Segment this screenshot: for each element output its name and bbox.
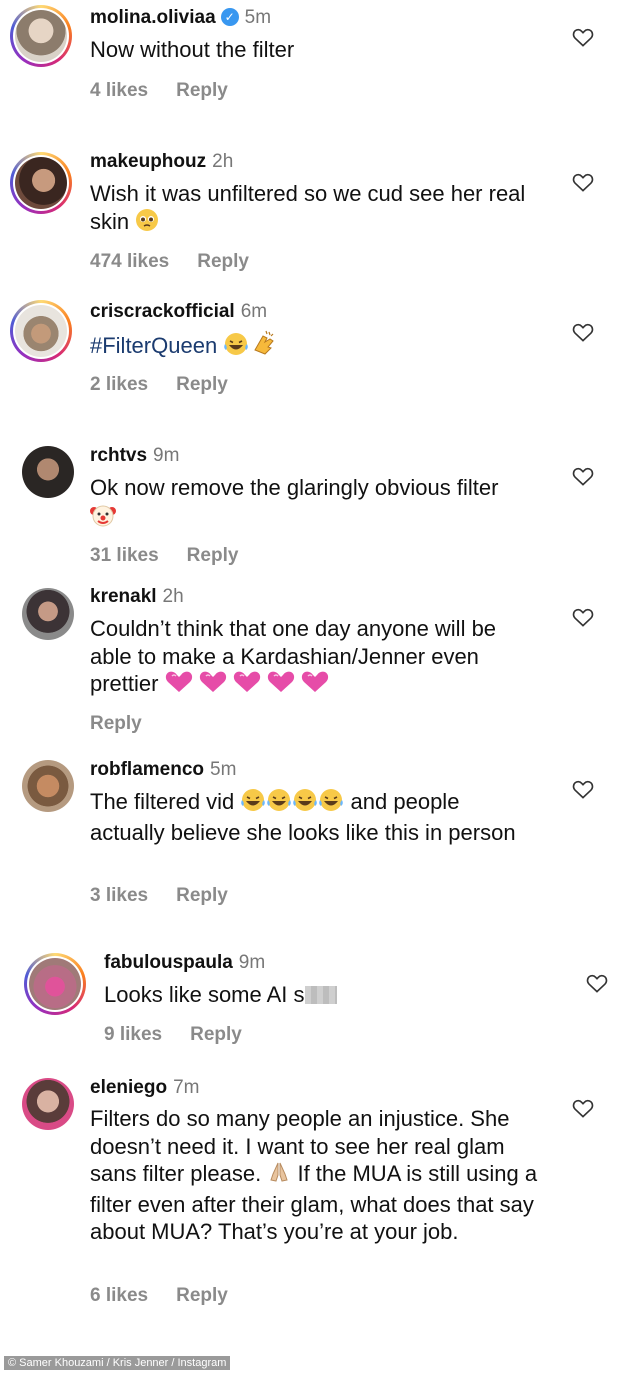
heart-outline-icon[interactable] bbox=[572, 466, 594, 486]
verified-badge-icon: ✓ bbox=[220, 8, 239, 26]
comment-username[interactable]: eleniego bbox=[90, 1077, 167, 1098]
comment-username[interactable]: robflamenco bbox=[90, 759, 204, 780]
reply-button[interactable]: Reply bbox=[176, 1285, 228, 1306]
heart-outline-icon[interactable] bbox=[572, 607, 594, 627]
likes-count[interactable]: 6 likes bbox=[90, 1285, 148, 1306]
avatar-story-ring[interactable] bbox=[10, 152, 72, 214]
pleading-face-emoji bbox=[135, 208, 159, 239]
avatar-story-ring[interactable] bbox=[10, 5, 72, 67]
avatar-story-ring[interactable] bbox=[10, 300, 72, 362]
heart-outline-icon[interactable] bbox=[572, 322, 594, 342]
likes-count[interactable]: 474 likes bbox=[90, 251, 169, 272]
comment-username[interactable]: krenakl bbox=[90, 586, 157, 607]
heart-outline-icon[interactable] bbox=[572, 172, 594, 192]
clown-face-emoji bbox=[90, 502, 116, 535]
reply-button[interactable]: Reply bbox=[187, 545, 239, 566]
comment-text: Ok now remove the glaringly obvious filt… bbox=[90, 474, 520, 534]
comment-text-body: The filtered vid bbox=[90, 789, 235, 814]
heart-outline-icon[interactable] bbox=[572, 27, 594, 47]
comment-text: Looks like some AI s bbox=[104, 981, 544, 1009]
comment-username[interactable]: fabulouspaula bbox=[104, 952, 233, 973]
comment-text: Filters do so many people an injustice. … bbox=[90, 1105, 540, 1246]
comment-meta: 31 likes Reply bbox=[90, 545, 238, 567]
reply-button[interactable]: Reply bbox=[176, 374, 228, 395]
tears-of-joy-emoji bbox=[318, 788, 344, 819]
comment-time: 5m bbox=[210, 759, 237, 780]
comment-time: 9m bbox=[153, 445, 180, 466]
pink-heart-emoji bbox=[301, 670, 329, 701]
comment-meta: 474 likes Reply bbox=[90, 251, 249, 273]
avatar[interactable] bbox=[15, 157, 67, 209]
avatar-story-ring[interactable] bbox=[24, 953, 86, 1015]
comment-username[interactable]: rchtvs bbox=[90, 445, 147, 466]
heart-outline-icon[interactable] bbox=[572, 779, 594, 799]
likes-count[interactable]: 3 likes bbox=[90, 885, 148, 906]
avatar[interactable] bbox=[22, 1078, 74, 1130]
reply-button[interactable]: Reply bbox=[176, 885, 228, 906]
comment-time: 2h bbox=[162, 586, 184, 607]
pink-heart-emoji bbox=[233, 670, 261, 701]
comment-meta: 9 likes Reply bbox=[104, 1024, 242, 1046]
pink-heart-emoji bbox=[267, 670, 295, 701]
pink-heart-emoji-group bbox=[165, 671, 330, 696]
comment-time: 9m bbox=[238, 952, 266, 973]
tears-of-joy-emoji bbox=[292, 788, 318, 819]
tears-of-joy-emoji bbox=[266, 788, 292, 819]
hashtag-link[interactable]: #FilterQueen bbox=[90, 333, 217, 358]
comment-time: 6m bbox=[240, 301, 268, 322]
comment-meta: 2 likes Reply bbox=[90, 374, 228, 396]
comment-meta: 4 likes Reply bbox=[90, 80, 228, 102]
tears-of-joy-emoji bbox=[223, 332, 249, 363]
comment-text: Couldn’t think that one day anyone will … bbox=[90, 615, 530, 701]
pink-heart-emoji bbox=[199, 670, 227, 701]
likes-count[interactable]: 2 likes bbox=[90, 374, 148, 395]
avatar[interactable] bbox=[22, 446, 74, 498]
reply-button[interactable]: Reply bbox=[190, 1024, 242, 1045]
avatar[interactable] bbox=[15, 305, 67, 357]
comment-text: Now without the filter bbox=[90, 37, 295, 62]
comment-text: #FilterQueen bbox=[90, 330, 550, 363]
pink-heart-emoji bbox=[165, 670, 193, 701]
comment-text-body: Looks like some AI s bbox=[104, 982, 305, 1007]
comment-text: Wish it was unfiltered so we cud see her… bbox=[90, 180, 550, 238]
comment-username-wrap[interactable]: molina.oliviaa ✓ 5m bbox=[90, 7, 271, 29]
comment-meta: Reply bbox=[90, 713, 142, 735]
comment-text-body: Ok now remove the glaringly obvious filt… bbox=[90, 475, 499, 500]
reply-button[interactable]: Reply bbox=[90, 713, 142, 734]
tears-of-joy-emoji bbox=[240, 788, 266, 819]
heart-outline-icon[interactable] bbox=[572, 1098, 594, 1118]
comment-text: The filtered vid and people actually bel… bbox=[90, 788, 540, 846]
avatar[interactable] bbox=[15, 10, 67, 62]
comment-time: 7m bbox=[173, 1077, 200, 1098]
comment-meta: 3 likes Reply bbox=[90, 885, 228, 907]
comment-meta: 6 likes Reply bbox=[90, 1285, 228, 1307]
comment-time: 5m bbox=[244, 7, 272, 28]
comment-username[interactable]: criscrackofficial bbox=[90, 301, 235, 322]
comment-username[interactable]: makeuphouz bbox=[90, 151, 206, 172]
avatar[interactable] bbox=[22, 760, 74, 812]
avatar[interactable] bbox=[29, 958, 81, 1010]
reply-button[interactable]: Reply bbox=[197, 251, 249, 272]
likes-count[interactable]: 4 likes bbox=[90, 80, 148, 101]
photo-credit: © Samer Khouzami / Kris Jenner / Instagr… bbox=[4, 1356, 231, 1370]
comment-username[interactable]: molina.oliviaa bbox=[90, 7, 216, 28]
reply-button[interactable]: Reply bbox=[176, 80, 228, 101]
folded-hands-emoji bbox=[267, 1160, 291, 1191]
likes-count[interactable]: 9 likes bbox=[104, 1024, 162, 1045]
likes-count[interactable]: 31 likes bbox=[90, 545, 159, 566]
comment-time: 2h bbox=[212, 151, 234, 172]
heart-outline-icon[interactable] bbox=[586, 973, 608, 993]
avatar[interactable] bbox=[22, 588, 74, 640]
censored-blur bbox=[304, 986, 337, 1004]
clapping-hands-emoji bbox=[249, 330, 277, 363]
